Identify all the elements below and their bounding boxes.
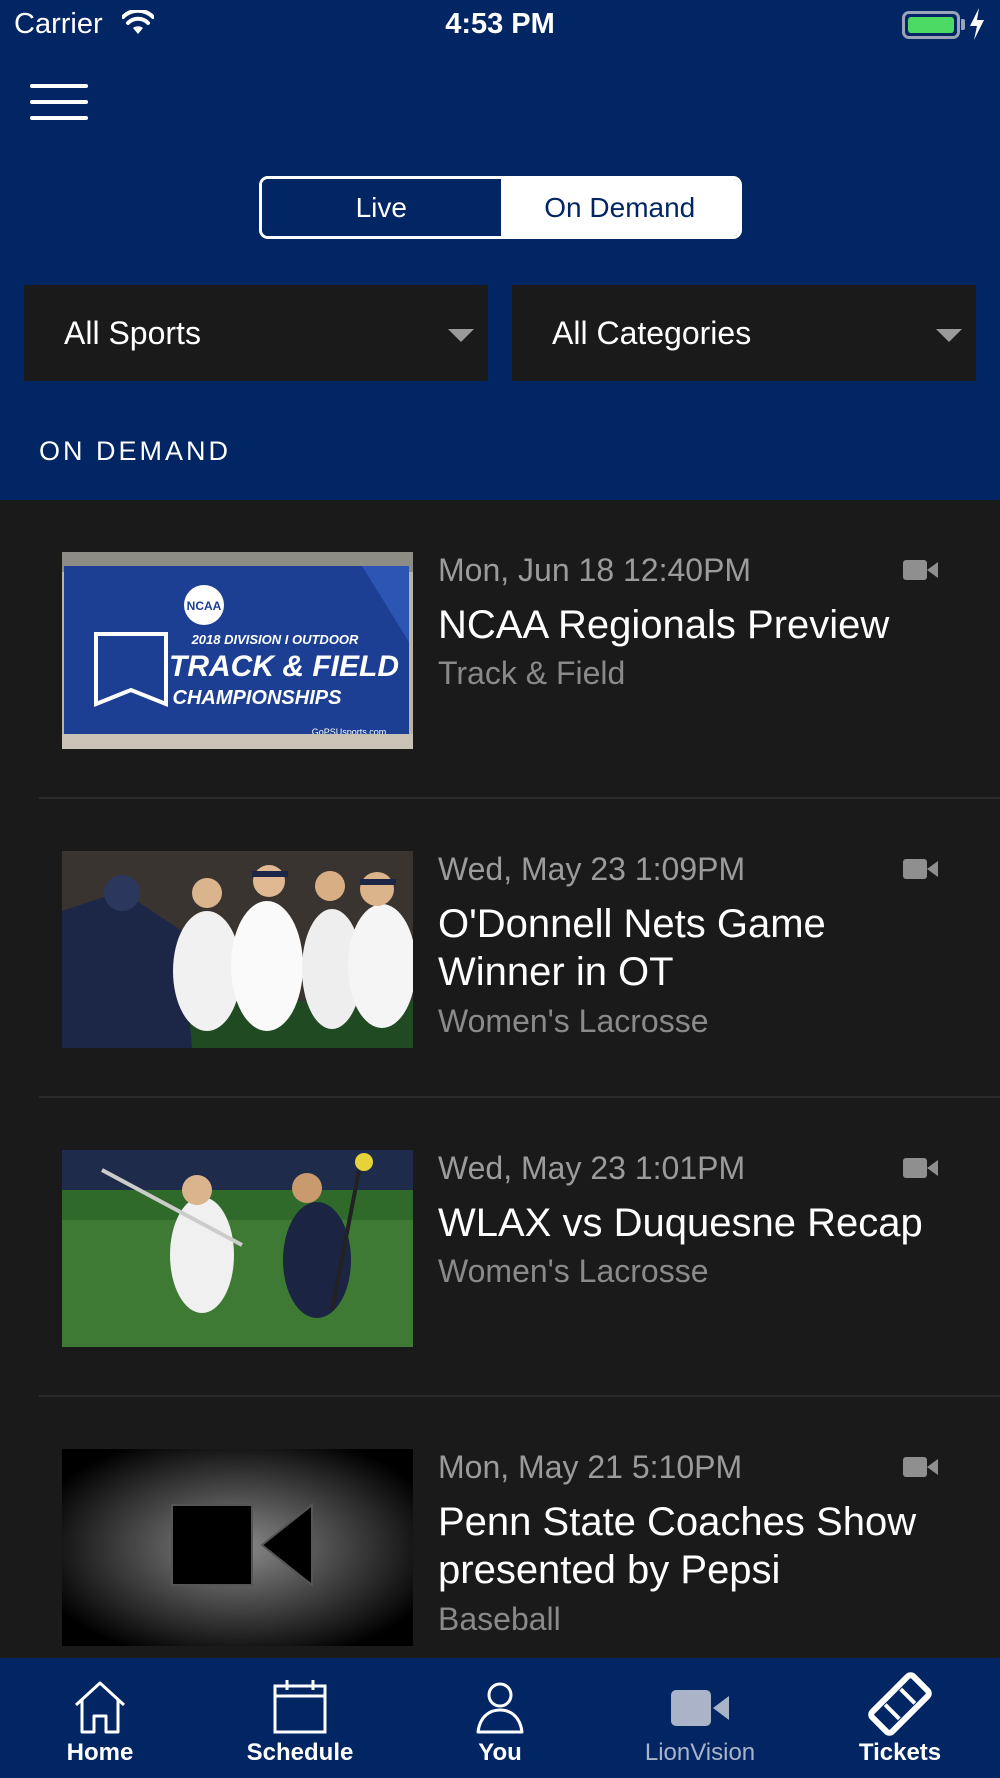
video-thumbnail xyxy=(62,851,413,1048)
tab-tickets[interactable]: Tickets xyxy=(800,1658,1000,1778)
charging-bolt-icon xyxy=(970,8,984,40)
calendar-icon xyxy=(273,1680,327,1734)
live-ondemand-toggle: Live On Demand xyxy=(259,176,742,239)
caret-down-icon xyxy=(448,329,474,342)
tab-label: LionVision xyxy=(644,1739,756,1766)
video-date: Wed, May 23 1:09PM xyxy=(438,851,746,887)
video-sport: Baseball xyxy=(438,1601,561,1637)
status-bar: Carrier 4:53 PM xyxy=(0,0,1000,50)
video-list-item[interactable]: NCAA 2018 DIVISION I OUTDOOR TRACK & FIE… xyxy=(0,500,1000,799)
video-list[interactable]: NCAA 2018 DIVISION I OUTDOOR TRACK & FIE… xyxy=(0,500,1000,1658)
svg-text:2018 DIVISION I OUTDOOR: 2018 DIVISION I OUTDOOR xyxy=(191,632,359,647)
video-title: NCAA Regionals Preview xyxy=(438,603,890,647)
video-date: Mon, May 21 5:10PM xyxy=(438,1449,743,1485)
video-date: Mon, Jun 18 12:40PM xyxy=(438,552,752,588)
categories-filter-label: All Categories xyxy=(552,314,752,351)
segment-live[interactable]: Live xyxy=(262,179,501,236)
ticket-icon xyxy=(868,1672,932,1736)
tab-label: You xyxy=(478,1739,522,1766)
video-list-item[interactable]: Wed, May 23 1:01PM WLAX vs Duquesne Reca… xyxy=(0,1098,1000,1397)
video-sport: Women's Lacrosse xyxy=(438,1003,709,1039)
segment-on-demand[interactable]: On Demand xyxy=(500,179,739,236)
ncaa-logo-text: NCAA xyxy=(187,599,222,613)
video-thumbnail: NCAA 2018 DIVISION I OUTDOOR TRACK & FIE… xyxy=(62,552,413,749)
video-camera-icon xyxy=(671,1690,729,1726)
tab-schedule[interactable]: Schedule xyxy=(200,1658,400,1778)
clock: 4:53 PM xyxy=(445,8,555,40)
tab-home[interactable]: Home xyxy=(0,1658,200,1778)
video-thumbnail xyxy=(62,1449,413,1646)
sports-filter-dropdown[interactable]: All Sports xyxy=(24,285,488,381)
tab-label: Home xyxy=(66,1739,134,1766)
video-sport: Women's Lacrosse xyxy=(438,1253,709,1289)
section-title: ON DEMAND xyxy=(39,436,232,466)
video-list-item[interactable]: Mon, May 21 5:10PM Penn State Coaches Sh… xyxy=(0,1397,1000,1658)
video-camera-icon xyxy=(903,1457,938,1477)
video-title: WLAX vs Duquesne Recap xyxy=(438,1201,923,1245)
svg-text:TRACK & FIELD: TRACK & FIELD xyxy=(169,650,399,683)
video-sport: Track & Field xyxy=(438,655,626,691)
battery-icon xyxy=(902,11,960,39)
hamburger-icon[interactable] xyxy=(30,84,88,124)
tab-bar: Home Schedule You LionVision Tickets xyxy=(0,1658,1000,1778)
categories-filter-dropdown[interactable]: All Categories xyxy=(512,285,976,381)
header: Carrier 4:53 PM Live On Demand All Sport… xyxy=(0,0,1000,500)
battery-tip xyxy=(961,19,965,30)
tab-you[interactable]: You xyxy=(400,1658,600,1778)
sports-filter-label: All Sports xyxy=(64,314,201,351)
svg-text:CHAMPIONSHIPS: CHAMPIONSHIPS xyxy=(173,687,343,709)
video-camera-icon xyxy=(903,560,938,580)
video-date: Wed, May 23 1:01PM xyxy=(438,1150,746,1186)
tab-label: Tickets xyxy=(858,1739,942,1766)
video-title: O'Donnell Nets Game Winner in OT xyxy=(438,902,826,994)
video-list-item[interactable]: Wed, May 23 1:09PM O'Donnell Nets Game W… xyxy=(0,799,1000,1098)
video-camera-icon xyxy=(903,1158,938,1178)
caret-down-icon xyxy=(936,329,962,342)
tab-label: Schedule xyxy=(246,1739,354,1766)
home-icon xyxy=(74,1681,126,1734)
video-thumbnail xyxy=(62,1150,413,1347)
tab-lionvision[interactable]: LionVision xyxy=(600,1658,800,1778)
video-camera-icon xyxy=(903,859,938,879)
person-icon xyxy=(476,1682,524,1734)
video-title: Penn State Coaches Show presented by Pep… xyxy=(438,1500,917,1592)
